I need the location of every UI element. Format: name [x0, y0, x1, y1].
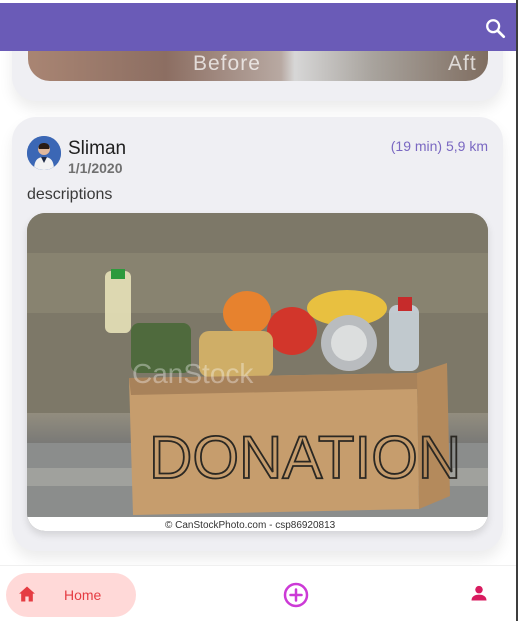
post-image[interactable]: DONATION CanStock © CanStockPhoto.com - … — [27, 213, 488, 531]
image-caption-before: Before — [193, 52, 261, 75]
app-bar — [0, 3, 516, 51]
box-label: DONATION — [149, 424, 461, 491]
person-icon[interactable] — [469, 583, 489, 603]
bottom-nav: Home — [0, 565, 516, 622]
post-description: descriptions — [27, 186, 113, 203]
post-image: Before Aft — [28, 51, 488, 81]
nav-home-label: Home — [64, 587, 102, 603]
donation-box-photo: DONATION CanStock © CanStockPhoto.com - … — [27, 213, 488, 531]
post-feed[interactable]: Before Aft Sliman 1/1/2020 (19 min) 5,9 … — [0, 51, 516, 565]
home-icon — [19, 586, 35, 602]
post-card[interactable]: Before Aft — [12, 51, 503, 101]
image-caption-after: Aft — [448, 52, 477, 75]
nav-home-button[interactable]: Home — [6, 573, 136, 617]
post-card[interactable]: Sliman 1/1/2020 (19 min) 5,9 km descript… — [12, 117, 503, 551]
image-credit: © CanStockPhoto.com - csp86920813 — [165, 520, 336, 531]
search-icon[interactable] — [484, 17, 506, 39]
avatar-image — [27, 136, 61, 170]
post-date: 1/1/2020 — [68, 160, 123, 176]
avatar[interactable] — [27, 136, 61, 170]
watermark: CanStock — [132, 358, 254, 389]
distance-info: (19 min) 5,9 km — [390, 138, 488, 154]
add-circle-icon[interactable] — [283, 582, 309, 608]
author-name[interactable]: Sliman — [68, 138, 126, 160]
